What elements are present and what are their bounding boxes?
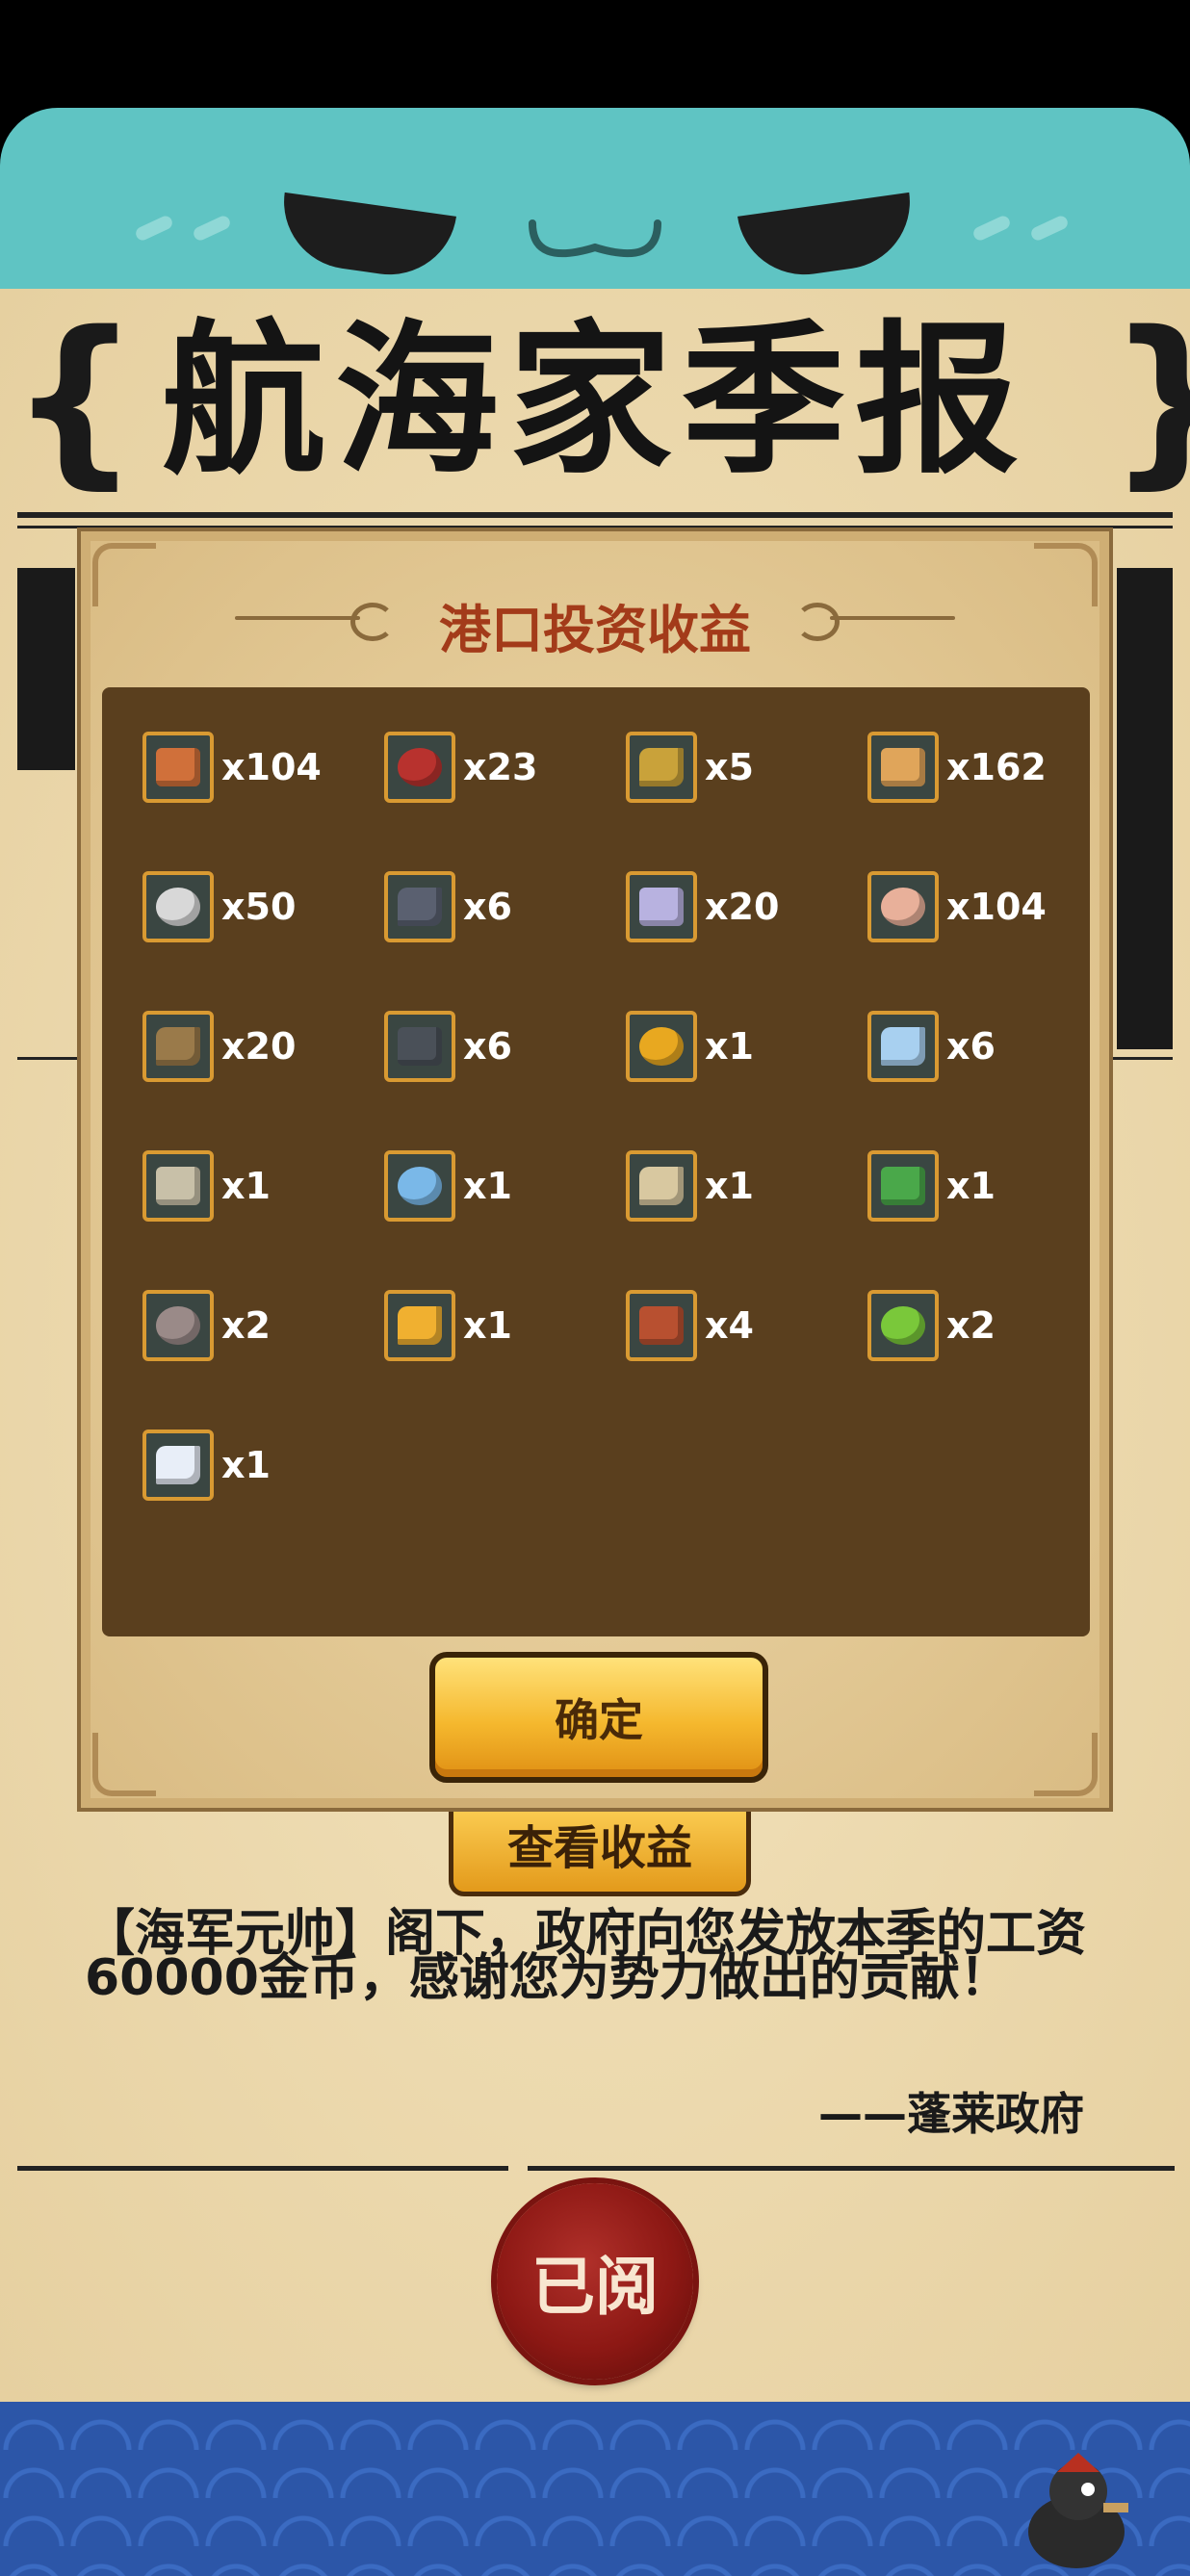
- iron-spike-icon: [384, 1011, 455, 1082]
- pearl-icon: [142, 1430, 214, 1501]
- gold-hexagon-icon: [626, 1011, 697, 1082]
- cat-mouth-icon: [529, 219, 661, 258]
- reward-item[interactable]: x1: [626, 1003, 857, 1090]
- reward-count: x104: [221, 746, 322, 788]
- reward-item[interactable]: x1: [384, 1143, 615, 1229]
- bone-claw-icon: [142, 1150, 214, 1222]
- cloth-stack-icon: [142, 1290, 214, 1361]
- water-drop-icon: [384, 1150, 455, 1222]
- reward-item[interactable]: x104: [867, 863, 1099, 950]
- cat-stripe: [970, 214, 1013, 243]
- cat-eye-right: [737, 192, 918, 284]
- reward-item[interactable]: x6: [384, 863, 615, 950]
- news-headline: 【海军元帅】阁下，政府向您发放本季的工资60000金币，感谢您为势力做出的贡献！: [85, 1905, 1087, 2007]
- rope-coil-icon: [142, 1011, 214, 1082]
- cat-stripe: [133, 214, 175, 243]
- divider: [528, 2166, 1175, 2171]
- reward-item[interactable]: x2: [142, 1282, 374, 1369]
- reward-item[interactable]: x1: [384, 1282, 615, 1369]
- reward-item[interactable]: x50: [142, 863, 374, 950]
- reward-count: x2: [946, 1304, 996, 1347]
- reward-count: x5: [705, 746, 754, 788]
- reward-count: x162: [946, 746, 1047, 788]
- reward-count: x6: [463, 886, 512, 928]
- divider: [17, 2166, 508, 2171]
- reward-item[interactable]: x6: [384, 1003, 615, 1090]
- read-seal-button[interactable]: 已阅: [497, 2183, 693, 2380]
- red-planks-icon: [384, 732, 455, 803]
- reward-grid: x104 x23 x5 x162 x50 x6 x20 x104 x20 x6 x1 x6 x1 x1 x1…: [102, 687, 1090, 1636]
- reward-item[interactable]: x1: [142, 1143, 374, 1229]
- fish-bone-icon: [142, 871, 214, 942]
- reward-count: x1: [463, 1165, 512, 1207]
- port-investment-modal: 港口投资收益 x104 x23 x5 x162 x50 x6 x20 x104 x20 x6 x1 x…: [77, 528, 1113, 1812]
- lumber-icon: [867, 732, 939, 803]
- reward-item[interactable]: x1: [142, 1422, 374, 1508]
- newspaper-title: 航海家季报: [161, 306, 1028, 497]
- green-potion-icon: [867, 1290, 939, 1361]
- divider: [17, 512, 1173, 518]
- reward-item[interactable]: x20: [142, 1003, 374, 1090]
- reward-count: x1: [221, 1444, 271, 1486]
- reward-count: x20: [221, 1025, 297, 1068]
- headline-block-left: [17, 568, 75, 770]
- green-gem-icon: [867, 1150, 939, 1222]
- reward-item[interactable]: x2: [867, 1282, 1099, 1369]
- reward-item[interactable]: x1: [626, 1143, 857, 1229]
- reward-count: x1: [705, 1165, 754, 1207]
- reward-count: x23: [463, 746, 538, 788]
- reward-count: x1: [221, 1165, 271, 1207]
- confirm-button[interactable]: 确定: [429, 1652, 768, 1783]
- reward-item[interactable]: x4: [626, 1282, 857, 1369]
- frame-corner: [92, 1733, 156, 1796]
- header-cat-banner: [0, 108, 1190, 295]
- headline-block-right: [1117, 568, 1173, 1049]
- reward-item[interactable]: x6: [867, 1003, 1099, 1090]
- purple-stone-icon: [626, 871, 697, 942]
- reward-item[interactable]: x23: [384, 724, 615, 811]
- reward-item[interactable]: x1: [867, 1143, 1099, 1229]
- news-signature: ——蓬莱政府: [818, 2088, 1084, 2140]
- gold-plate-icon: [626, 732, 697, 803]
- reward-count: x4: [705, 1304, 754, 1347]
- feather-icon: [626, 1150, 697, 1222]
- reward-count: x2: [221, 1304, 271, 1347]
- reward-count: x1: [705, 1025, 754, 1068]
- reward-count: x104: [946, 886, 1047, 928]
- reward-count: x6: [463, 1025, 512, 1068]
- wood-planks-icon: [142, 732, 214, 803]
- cat-stripe: [1028, 214, 1071, 243]
- reward-count: x50: [221, 886, 297, 928]
- reward-item[interactable]: x162: [867, 724, 1099, 811]
- reward-count: x1: [946, 1165, 996, 1207]
- cat-stripe: [191, 214, 233, 243]
- blue-crystal-icon: [867, 1011, 939, 1082]
- reward-count: x20: [705, 886, 780, 928]
- modal-title: 港口投资收益: [439, 600, 751, 660]
- amber-stone-icon: [384, 1290, 455, 1361]
- iron-plate-icon: [384, 871, 455, 942]
- reward-item[interactable]: x5: [626, 724, 857, 811]
- reward-item[interactable]: x104: [142, 724, 374, 811]
- pink-stone-icon: [867, 871, 939, 942]
- reward-count: x1: [463, 1304, 512, 1347]
- red-hammer-icon: [626, 1290, 697, 1361]
- cat-eye-left: [275, 192, 456, 284]
- ocean-waves: [0, 2402, 1190, 2576]
- pirate-mascot-icon[interactable]: [1019, 2445, 1134, 2570]
- frame-corner: [1034, 1733, 1098, 1796]
- reward-item[interactable]: x20: [626, 863, 857, 950]
- reward-count: x6: [946, 1025, 996, 1068]
